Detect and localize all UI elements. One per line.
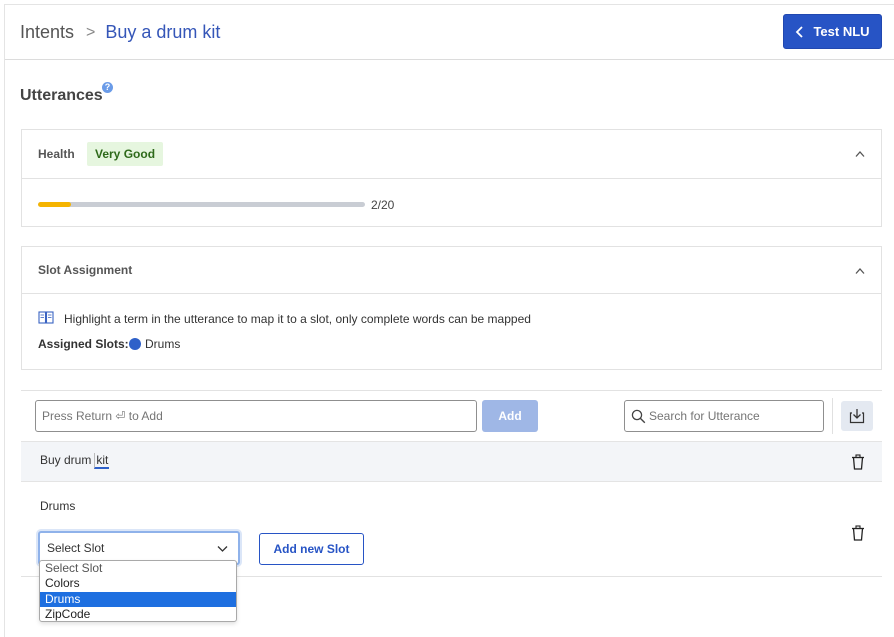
trash-icon[interactable] — [851, 525, 865, 541]
slot-option[interactable]: Colors — [40, 576, 236, 591]
assigned-slots-label: Assigned Slots: — [38, 337, 129, 351]
import-utterances-button[interactable] — [841, 401, 873, 431]
chevron-down-icon — [217, 546, 228, 552]
health-progress-text: 2/20 — [371, 198, 395, 212]
test-nlu-label: Test NLU — [813, 24, 870, 39]
slot-assignment-title: Slot Assignment — [38, 263, 133, 277]
health-progress-bar — [38, 202, 365, 207]
health-progress-fill — [38, 202, 71, 207]
utterance-highlighted-term[interactable]: kit — [94, 453, 110, 469]
add-new-slot-button[interactable]: Add new Slot — [259, 533, 364, 565]
chevron-up-icon[interactable] — [855, 150, 865, 158]
assigned-slot-name: Drums — [145, 337, 181, 351]
slot-option[interactable]: Select Slot — [40, 561, 236, 576]
page-header: Intents > Buy a drum kit Test NLU — [5, 5, 894, 60]
breadcrumb-separator: > — [86, 23, 96, 41]
chevron-left-icon — [796, 25, 804, 38]
utterance-text-prefix: Buy drum — [40, 453, 92, 467]
slot-assignment-header[interactable]: Slot Assignment — [22, 247, 881, 294]
add-utterance-button[interactable]: Add — [482, 400, 538, 432]
add-utterance-input[interactable] — [35, 400, 477, 432]
page-frame: Intents > Buy a drum kit Test NLU Uttera… — [4, 4, 894, 637]
slot-row-label: Drums — [40, 499, 76, 513]
slot-color-dot — [129, 338, 141, 350]
utterance-search[interactable] — [624, 400, 824, 432]
slot-option[interactable]: Drums — [40, 591, 236, 607]
toolbar-divider — [832, 398, 833, 434]
slot-option[interactable]: ZipCode — [40, 607, 236, 622]
help-icon[interactable]: ? — [102, 82, 113, 93]
trash-icon[interactable] — [851, 454, 865, 470]
slot-assignment-card: Slot Assignment Highlight a term in the … — [21, 246, 882, 370]
utterance-area: Add Buy drum kit Drums — [21, 390, 882, 577]
search-utterance-input[interactable] — [649, 402, 819, 430]
breadcrumb-current: Buy a drum kit — [105, 22, 221, 42]
health-card-header[interactable]: Health Very Good — [22, 130, 881, 179]
chevron-up-icon[interactable] — [855, 267, 865, 275]
health-badge: Very Good — [87, 142, 164, 166]
import-icon — [849, 409, 865, 424]
test-nlu-button[interactable]: Test NLU — [783, 14, 882, 49]
section-title: Utterances — [20, 87, 103, 104]
slot-options-list[interactable]: Select Slot Colors Drums ZipCode — [39, 560, 237, 622]
select-slot-value: Select Slot — [47, 541, 105, 555]
utterance-row[interactable]: Buy drum kit — [21, 441, 882, 482]
health-label: Health — [38, 147, 75, 161]
book-icon — [38, 311, 54, 324]
search-icon — [631, 409, 646, 424]
health-card: Health Very Good 2/20 — [21, 129, 882, 227]
breadcrumb: Intents > Buy a drum kit — [20, 22, 220, 43]
slot-info-text: Highlight a term in the utterance to map… — [64, 312, 531, 326]
utterance-text[interactable]: Buy drum kit — [40, 453, 110, 469]
breadcrumb-root[interactable]: Intents — [20, 22, 74, 43]
